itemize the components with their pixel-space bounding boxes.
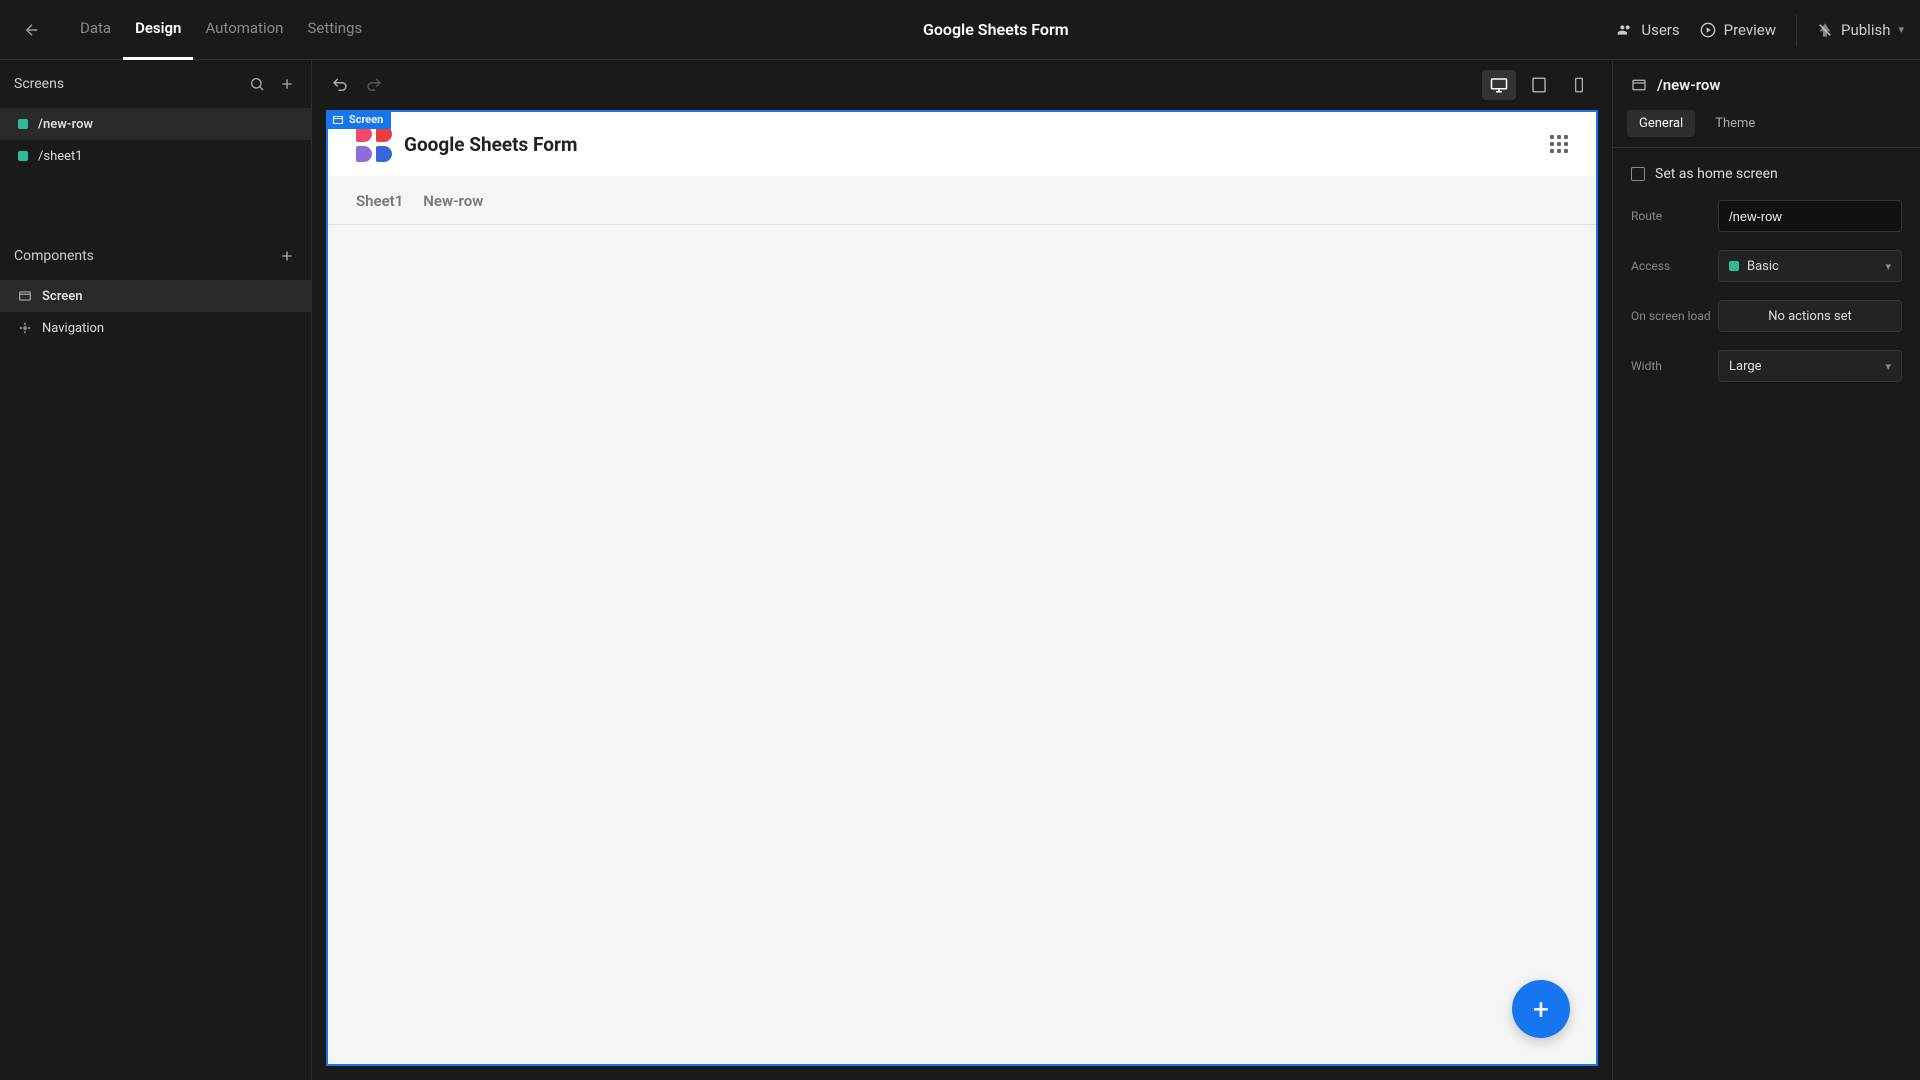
right-panel-title: /new-row [1657, 76, 1720, 94]
publish-label: Publish [1841, 21, 1890, 39]
screen-item-label: /sheet1 [38, 149, 83, 164]
app-logo [356, 126, 392, 162]
undo-button[interactable] [328, 73, 352, 97]
play-icon [1700, 22, 1716, 38]
width-label: Width [1631, 359, 1662, 373]
redo-button[interactable] [362, 73, 386, 97]
status-dot [18, 151, 28, 161]
right-tab-theme[interactable]: Theme [1703, 110, 1767, 137]
canvas-screen[interactable]: Google Sheets Form Sheet1 New-row + [326, 110, 1598, 1066]
route-label: Route [1631, 209, 1662, 223]
plus-icon [279, 248, 295, 264]
screen-item-sheet1[interactable]: /sheet1 [0, 140, 311, 172]
tab-settings[interactable]: Settings [295, 0, 374, 60]
access-label: Access [1631, 259, 1670, 273]
undo-icon [331, 76, 349, 94]
chevron-down-icon: ▾ [1885, 260, 1891, 273]
access-value: Basic [1747, 259, 1779, 274]
width-value: Large [1729, 359, 1762, 374]
home-screen-label: Set as home screen [1655, 166, 1778, 182]
canvas-app-title: Google Sheets Form [404, 133, 577, 156]
right-tab-general[interactable]: General [1627, 110, 1695, 137]
screen-item-new-row[interactable]: /new-row [0, 108, 311, 140]
screen-item-label: /new-row [38, 117, 93, 132]
components-heading: Components [14, 248, 94, 264]
home-screen-checkbox-row[interactable]: Set as home screen [1631, 166, 1902, 182]
status-dot [1729, 261, 1739, 271]
screen-selection-tag[interactable]: Screen [326, 110, 391, 129]
chevron-down-icon: ▾ [1885, 360, 1891, 373]
add-component-button[interactable] [277, 246, 297, 266]
publish-button[interactable]: Publish ▾ [1817, 21, 1904, 39]
component-item-screen[interactable]: Screen [0, 280, 311, 312]
search-icon [249, 76, 265, 92]
window-icon [18, 289, 32, 303]
apps-grid-icon[interactable] [1550, 135, 1568, 153]
desktop-icon [1490, 76, 1508, 94]
tablet-icon [1530, 76, 1548, 94]
tab-automation[interactable]: Automation [193, 0, 295, 60]
preview-label: Preview [1724, 21, 1776, 39]
canvas-tab-sheet1[interactable]: Sheet1 [356, 192, 403, 224]
component-item-label: Screen [42, 289, 83, 304]
canvas-nav-tabs: Sheet1 New-row [328, 176, 1596, 225]
access-select[interactable]: Basic ▾ [1718, 250, 1902, 282]
on-screen-load-button[interactable]: No actions set [1718, 300, 1902, 332]
plus-icon [279, 76, 295, 92]
fab-add-button[interactable]: + [1512, 980, 1570, 1038]
publish-icon [1817, 22, 1833, 38]
on-screen-load-label: On screen load [1631, 309, 1711, 323]
device-tablet-button[interactable] [1522, 70, 1556, 100]
mobile-icon [1571, 77, 1587, 93]
component-item-navigation[interactable]: Navigation [0, 312, 311, 344]
back-button[interactable] [16, 14, 48, 46]
device-mobile-button[interactable] [1562, 70, 1596, 100]
status-dot [18, 119, 28, 129]
window-icon [1631, 77, 1647, 93]
canvas-header: Google Sheets Form [328, 112, 1596, 176]
navigation-icon [18, 321, 32, 335]
window-icon [332, 114, 344, 126]
redo-icon [365, 76, 383, 94]
screen-list: /new-row /sheet1 [0, 108, 311, 172]
add-screen-button[interactable] [277, 74, 297, 94]
checkbox-icon [1631, 167, 1645, 181]
divider [1796, 14, 1797, 46]
app-title: Google Sheets Form [374, 20, 1617, 39]
users-button[interactable]: Users [1617, 21, 1679, 39]
plus-icon: + [1533, 993, 1549, 1026]
preview-button[interactable]: Preview [1700, 21, 1776, 39]
search-screens-button[interactable] [247, 74, 267, 94]
component-item-label: Navigation [42, 321, 104, 336]
main-nav-tabs: Data Design Automation Settings [68, 0, 374, 60]
tab-data[interactable]: Data [68, 0, 123, 60]
chevron-down-icon: ▾ [1898, 23, 1904, 36]
users-label: Users [1641, 21, 1679, 39]
screens-heading: Screens [14, 76, 64, 92]
route-input[interactable] [1718, 200, 1902, 232]
users-icon [1617, 22, 1633, 38]
tab-design[interactable]: Design [123, 0, 193, 60]
canvas-tab-new-row[interactable]: New-row [423, 192, 483, 224]
device-desktop-button[interactable] [1482, 70, 1516, 100]
on-screen-load-value: No actions set [1768, 309, 1852, 324]
screen-tag-label: Screen [349, 113, 383, 126]
width-select[interactable]: Large ▾ [1718, 350, 1902, 382]
